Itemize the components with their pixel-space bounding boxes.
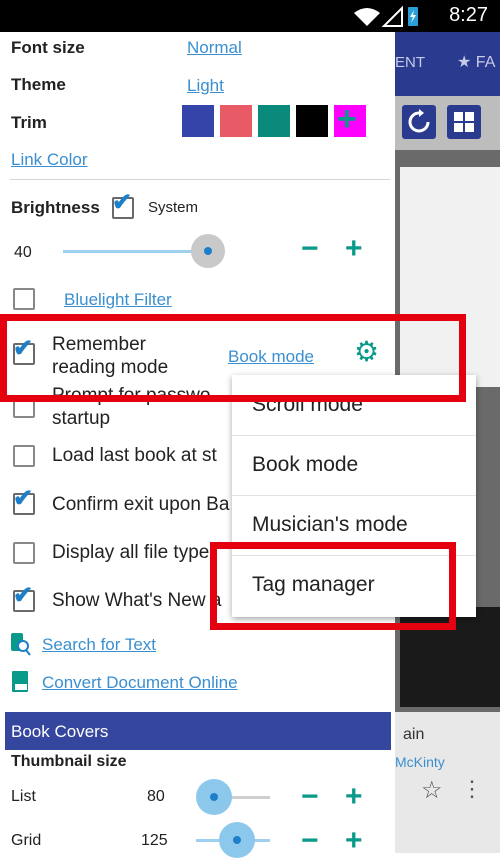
bg-book-card: ain McKinty ☆ ⋮ [395, 712, 500, 853]
grid-label: Grid [11, 832, 42, 849]
wifi-icon [354, 5, 418, 27]
bluelight-filter-link[interactable]: Bluelight Filter [64, 290, 172, 310]
show-whats-new-checkbox[interactable]: ✔ [13, 584, 35, 612]
theme-label: Theme [11, 75, 66, 94]
grid-icon [447, 105, 481, 139]
grid-minus-button[interactable]: − [301, 826, 319, 856]
link-color-link[interactable]: Link Color [11, 150, 88, 170]
show-whats-new-label: Show What's New a [52, 590, 222, 611]
grid-plus-button[interactable]: + [345, 826, 363, 856]
status-bar: 8:27 [0, 0, 500, 32]
bg-toolbar [395, 96, 500, 150]
thumbnail-size-label: Thumbnail size [11, 753, 127, 770]
check-icon: ✔ [13, 485, 34, 512]
plus-icon: + [337, 100, 357, 138]
pdf-icon [10, 670, 32, 699]
bluelight-checkbox[interactable] [13, 288, 35, 310]
brightness-minus-button[interactable]: − [301, 234, 319, 264]
search-text-link[interactable]: Search for Text [42, 635, 156, 655]
search-text-icon [10, 632, 32, 661]
status-time: 8:27 [449, 4, 488, 26]
list-value: 80 [147, 788, 165, 805]
prompt-password-label-2: startup [52, 408, 111, 429]
display-all-label: Display all file type [52, 542, 210, 563]
trim-swatch-red[interactable] [220, 105, 252, 137]
bg-tab-fa: ★ FA [457, 54, 496, 71]
trim-label: Trim [11, 113, 47, 132]
star-icon: ☆ [421, 777, 443, 804]
book-covers-header: Book Covers [5, 712, 391, 750]
trim-swatch-black[interactable] [296, 105, 328, 137]
font-size-label: Font size [11, 38, 85, 57]
load-last-book-checkbox[interactable] [13, 445, 35, 467]
brightness-label: Brightness [11, 198, 100, 217]
confirm-exit-checkbox[interactable]: ✔ [13, 487, 35, 515]
brightness-value: 40 [14, 244, 32, 261]
bg-tab-ent: ENT [395, 54, 425, 71]
divider [10, 179, 390, 180]
check-icon: ✔ [13, 582, 34, 609]
theme-value[interactable]: Light [187, 76, 224, 96]
list-minus-button[interactable]: − [301, 782, 319, 812]
more-vert-icon: ⋮ [461, 776, 483, 801]
system-label: System [148, 199, 199, 216]
refresh-icon [402, 105, 436, 139]
brightness-plus-button[interactable]: + [345, 234, 363, 264]
menu-item-book-mode[interactable]: Book mode [232, 435, 476, 496]
bg-book-title: ain [403, 726, 425, 743]
font-size-value[interactable]: Normal [187, 38, 242, 58]
display-all-checkbox[interactable] [13, 542, 35, 564]
brightness-slider-thumb[interactable] [191, 234, 225, 268]
convert-document-link[interactable]: Convert Document Online [42, 673, 238, 693]
trim-swatch-add[interactable]: + [334, 100, 366, 138]
brightness-system-checkbox[interactable]: ✔ [112, 191, 134, 219]
confirm-exit-label: Confirm exit upon Ba [52, 494, 230, 515]
list-slider-thumb[interactable] [196, 779, 232, 815]
bg-top-bar: ENT ★ FA [395, 32, 500, 96]
trim-swatch-teal[interactable] [258, 105, 290, 137]
trim-swatch-blue[interactable] [182, 105, 214, 137]
brightness-slider-track[interactable] [63, 250, 208, 253]
check-icon: ✔ [112, 189, 133, 216]
bg-book-author: McKinty [395, 754, 445, 770]
load-last-book-label: Load last book at st [52, 445, 217, 466]
list-label: List [11, 788, 36, 805]
list-plus-button[interactable]: + [345, 782, 363, 812]
highlight-remember-reading [0, 314, 466, 402]
highlight-tag-manager [210, 542, 456, 630]
grid-value: 125 [141, 832, 168, 849]
